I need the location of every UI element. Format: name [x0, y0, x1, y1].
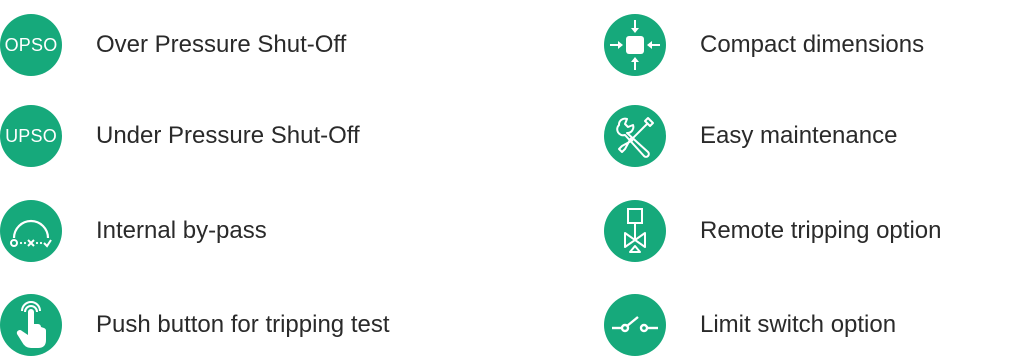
feature-compact-dimensions: Compact dimensions [604, 14, 924, 76]
feature-label: Push button for tripping test [96, 311, 390, 338]
feature-push-button-test: Push button for tripping test [0, 294, 390, 356]
feature-label: Easy maintenance [700, 122, 898, 149]
wrench-screwdriver-icon [604, 105, 666, 167]
feature-limit-switch: Limit switch option [604, 294, 896, 356]
feature-label: Under Pressure Shut-Off [96, 122, 360, 149]
feature-label: Over Pressure Shut-Off [96, 31, 347, 58]
switch-icon [604, 294, 666, 356]
upso-icon: UPSO [0, 105, 62, 167]
opso-icon-text: OPSO [4, 34, 58, 55]
feature-remote-tripping: Remote tripping option [604, 200, 941, 262]
feature-over-pressure-shutoff: OPSO Over Pressure Shut-Off [0, 14, 346, 76]
feature-label: Compact dimensions [700, 31, 925, 58]
feature-label: Internal by-pass [96, 217, 267, 244]
upso-icon-text: UPSO [5, 125, 57, 146]
feature-label: Limit switch option [700, 311, 897, 338]
bypass-arc-icon [0, 200, 62, 262]
feature-internal-bypass: Internal by-pass [0, 200, 267, 262]
feature-under-pressure-shutoff: UPSO Under Pressure Shut-Off [0, 105, 360, 167]
compact-arrows-icon [604, 14, 666, 76]
opso-icon: OPSO [0, 14, 62, 76]
feature-label: Remote tripping option [700, 217, 942, 244]
feature-easy-maintenance: Easy maintenance [604, 105, 897, 167]
touch-button-icon [0, 294, 62, 356]
valve-actuator-icon [604, 200, 666, 262]
